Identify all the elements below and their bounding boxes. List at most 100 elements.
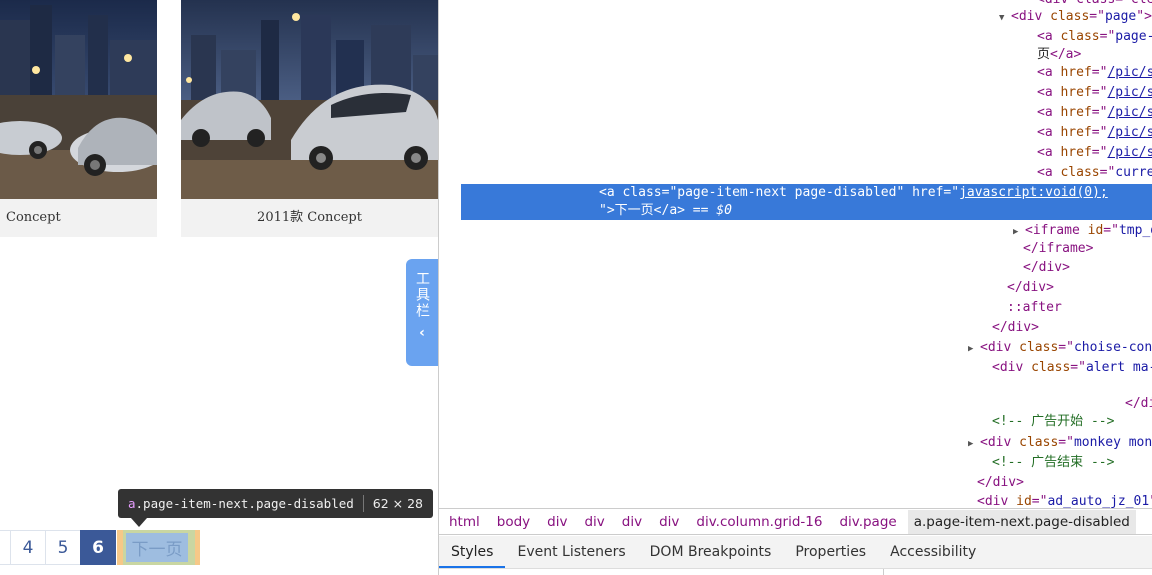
breadcrumb-item[interactable]: div [622,514,642,530]
dom-line[interactable]: <!-- 广告结束 --> [992,453,1152,473]
dom-line[interactable]: <a href="/pic/series-t/2387-1-p2.html">2… [1037,83,1152,103]
dom-line[interactable]: <div class="alert ma-b-10"> [992,358,1152,378]
dom-token: =" [1070,360,1086,375]
dom-line[interactable]: ">下一页</a> == $0 [599,201,1152,221]
breadcrumb-item[interactable]: a.page-item-next.page-disabled [907,509,1136,534]
dom-token: ::after [1007,300,1062,315]
dom-token: class [1060,165,1100,180]
breadcrumb: html body div div div div div.column.grid-16 di… [439,508,1152,535]
dom-line[interactable]: <div id="ad_auto_jz_01" style="display: … [977,492,1152,508]
dom-token: <div [980,435,1020,450]
dom-line[interactable]: <a class="page-item-next page-disabled" … [599,183,1152,203]
photo-card-2[interactable]: 2011款 Concept [181,0,438,237]
dom-line[interactable]: <a href="/pic/series-t/2387-1-p5.html">5… [1037,143,1152,163]
dom-link[interactable]: /pic/series-t/2387-1-p3.html [1107,105,1152,120]
dom-line[interactable]: </div> [1125,394,1152,414]
breadcrumb-item[interactable]: html [449,514,480,530]
toolbar-tab[interactable]: 工具栏 ‹ [406,259,438,366]
dom-token: =" [1091,65,1108,80]
styles-pane-top [439,568,1152,575]
dom-link[interactable]: javascript:void(0); [959,185,1108,200]
dom-line[interactable]: ▶<div class="choise-cont ma-b-10">…</div… [968,338,1152,358]
dom-token: <a [1037,125,1061,140]
dom-tree[interactable]: <div class="clear"></div><a class="page-… [439,0,1152,508]
photo-caption-2[interactable]: 2011款 Concept [181,199,438,237]
dom-token: "> [1136,9,1152,24]
dom-line[interactable]: ::after [1007,298,1152,318]
next-page-button-highlighted[interactable]: 下一页 [117,530,200,565]
dom-line[interactable]: </div> [977,473,1152,493]
breadcrumb-item[interactable]: div.page [839,514,896,530]
pagination-item-4[interactable]: 4 [10,530,46,565]
dom-line[interactable]: <a href="/pic/series-t/2387-1-p3.html">3… [1037,103,1152,123]
tooltip-size: 62 × 28 [372,496,424,511]
dom-line[interactable]: <a class="page-item-prev" href="/pic/ser… [1037,27,1152,47]
photo-caption-1[interactable]: Concept [0,199,157,237]
dom-token: <div [1011,9,1051,24]
dom-line[interactable]: <a class="current" href="javascript:void… [1037,163,1152,183]
dom-line[interactable]: </div> [1007,278,1152,298]
dom-link[interactable]: /pic/series-t/2387-1-p4.html [1107,125,1152,140]
breadcrumb-item[interactable]: div [584,514,604,530]
dom-token: =" [1099,29,1116,44]
dom-line[interactable]: ▶<div class="monkey monkey_box ">…</div> [968,433,1152,453]
next-page-label[interactable]: 下一页 [126,533,188,562]
web-page-viewport: Concept 2011款 Concept 工具栏 ‹ a .page-item… [0,0,438,575]
dom-token: 下一页 [614,203,654,218]
node-actions-icon[interactable]: ••• [441,186,463,200]
triangle-right-icon[interactable]: ▶ [968,434,980,454]
dom-link[interactable]: /pic/series-t/2387-1-p2.html [1107,85,1152,100]
pagination-item-5[interactable]: 5 [45,530,81,565]
dom-token: class [1031,360,1071,375]
dom-token: </div> [992,320,1039,335]
dom-token: ad_auto_jz_01 [1047,494,1150,508]
tooltip-pointer [131,518,147,527]
car-photo-2[interactable] [181,0,438,199]
selected-dom-node[interactable]: <a class="page-item-next page-disabled" … [461,184,1152,220]
tab-accessibility[interactable]: Accessibility [878,536,988,568]
dom-token: class [622,185,662,200]
tab-properties[interactable]: Properties [783,536,878,568]
element-highlight-tooltip: a .page-item-next.page-disabled 62 × 28 [118,489,434,518]
dom-line[interactable]: <a href="/pic/series-t/2387-1-p1.html">1… [1037,63,1152,83]
dom-token: =" [1091,145,1108,160]
pagination-item-current[interactable]: 6 [80,530,116,565]
dom-link[interactable]: /pic/series-t/2387-1-p1.html [1107,65,1152,80]
dom-line[interactable]: ▼ <div class="page"> [999,7,1152,27]
tooltip-class: .page-item-next.page-disabled [135,496,354,511]
breadcrumb-item[interactable]: div [547,514,567,530]
dom-token: tmp_downloadhelper_iframe [1118,223,1152,238]
tab-event-listeners[interactable]: Event Listeners [505,536,637,568]
dom-token: =" [1091,85,1108,100]
dom-line[interactable]: </iframe> [1023,239,1152,259]
dom-token: href [912,185,944,200]
dom-token: <div [980,340,1020,355]
dom-token: <div [977,494,1017,508]
triangle-down-icon[interactable]: ▼ [999,8,1011,28]
tab-styles[interactable]: Styles [439,536,506,568]
triangle-right-icon[interactable]: ▶ [968,339,980,359]
devtools-panel: <div class="clear"></div><a class="page-… [438,0,1152,575]
dom-line[interactable]: </div> [992,318,1152,338]
car-photo-1[interactable] [0,0,157,199]
photo-card-1[interactable]: Concept [0,0,157,237]
dom-token: monkey monkey_box [1073,435,1152,450]
dom-token: </a> [1050,47,1082,62]
dom-line[interactable]: 页</a> [1037,45,1152,65]
breadcrumb-item[interactable]: div [659,514,679,530]
dom-line[interactable]: <!-- 广告开始 --> [992,412,1152,432]
dom-line[interactable]: <a href="/pic/series-t/2387-1-p4.html">4… [1037,123,1152,143]
breadcrumb-item[interactable]: div.column.grid-16 [696,514,822,530]
dom-token: href [1060,125,1092,140]
dom-token: choise-cont ma-b-10 [1073,340,1152,355]
dom-token: </a> [653,203,685,218]
breadcrumb-item[interactable]: body [497,514,530,530]
dom-line[interactable]: ▶<iframe id="tmp_downloadhelper_iframe" … [1013,221,1152,241]
dom-line[interactable]: </div> [1023,258,1152,278]
tab-dom-breakpoints[interactable]: DOM Breakpoints [638,536,784,568]
dom-token: =" [1031,494,1048,508]
dom-token: <a [1037,65,1061,80]
dom-token: href [1060,105,1092,120]
dom-token: </div> [1125,396,1152,411]
dom-link[interactable]: /pic/series-t/2387-1-p5.html [1107,145,1152,160]
